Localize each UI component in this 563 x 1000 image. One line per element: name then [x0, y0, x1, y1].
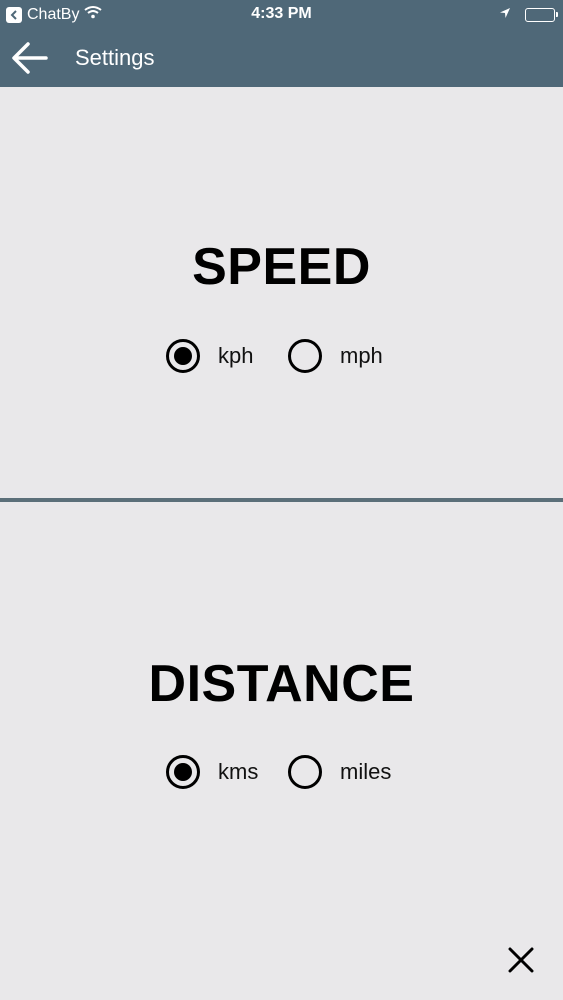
speed-option-kph[interactable]: kph	[166, 336, 253, 376]
radio-selected-icon	[166, 339, 200, 373]
page-title: Settings	[75, 45, 155, 70]
speed-radio-group: kph mph	[0, 336, 563, 376]
distance-option-miles[interactable]: miles	[288, 752, 391, 792]
radio-dot	[174, 763, 192, 781]
close-button[interactable]	[507, 946, 535, 974]
speed-option-mph[interactable]: mph	[288, 336, 383, 376]
radio-label: mph	[340, 343, 383, 368]
distance-section: DISTANCE kms miles	[0, 502, 563, 1000]
status-right	[499, 6, 558, 24]
status-time: 4:33 PM	[251, 5, 312, 22]
back-button[interactable]	[10, 38, 50, 78]
speed-title: SPEED	[192, 238, 371, 296]
radio-label: miles	[340, 759, 392, 784]
distance-radio-group: kms miles	[0, 752, 563, 792]
radio-selected-icon	[166, 755, 200, 789]
radio-dot	[174, 347, 192, 365]
radio-unselected-icon	[288, 755, 322, 789]
distance-title: DISTANCE	[148, 655, 415, 713]
status-bar: ChatBy 4:33 PM	[0, 0, 563, 30]
battery-icon	[525, 8, 558, 22]
speed-section: SPEED kph mph	[0, 87, 563, 498]
radio-label: kms	[218, 759, 259, 784]
distance-option-kms[interactable]: kms	[166, 752, 258, 792]
radio-label: kph	[218, 343, 254, 368]
app-header: ChatBy 4:33 PM Settings	[0, 0, 563, 87]
close-icon	[508, 947, 534, 973]
radio-unselected-icon	[288, 339, 322, 373]
location-arrow-icon	[499, 6, 511, 24]
arrow-left-icon	[12, 42, 48, 74]
